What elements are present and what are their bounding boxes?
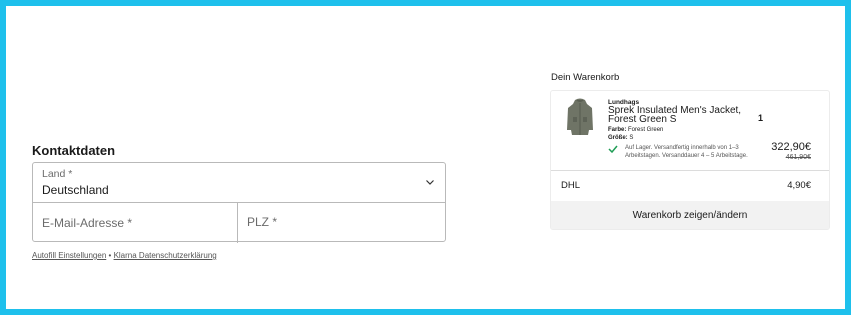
edit-cart-button[interactable]: Warenkorb zeigen/ändern <box>551 201 829 229</box>
country-value: Deutschland <box>42 183 109 197</box>
cart-title: Dein Warenkorb <box>551 72 620 83</box>
product-size: Größe: S <box>608 135 633 141</box>
shipping-label: DHL <box>561 180 581 191</box>
link-separator: • <box>108 251 112 260</box>
privacy-policy-link[interactable]: Klarna Datenschutzerklärung <box>114 251 217 260</box>
color-value: Forest Green <box>628 127 664 133</box>
contact-form: Land * Deutschland <box>32 162 463 243</box>
checkout-page: Kontaktdaten Land * Deutschland Autofill… <box>6 6 845 309</box>
check-icon <box>608 145 618 153</box>
product-name: Sprek Insulated Men's Jacket, Forest Gre… <box>608 105 742 125</box>
size-value: S <box>629 135 634 141</box>
contact-title: Kontaktdaten <box>32 143 116 158</box>
email-field[interactable] <box>33 203 238 243</box>
chevron-down-icon <box>426 180 434 185</box>
color-label: Farbe: <box>608 127 627 133</box>
jacket-image <box>567 98 593 135</box>
country-label: Land * <box>42 168 73 180</box>
quantity: 1 <box>758 113 764 123</box>
cart-summary: Lundhags Sprek Insulated Men's Jacket, F… <box>550 90 830 230</box>
shipping-price: 4,90€ <box>787 180 811 191</box>
divider <box>551 170 829 171</box>
availability-text: Auf Lager. Versandfertig innerhalb von 1… <box>625 145 748 159</box>
country-select[interactable]: Land * Deutschland <box>33 163 445 203</box>
product-color: Farbe: Forest Green <box>608 127 663 133</box>
plz-field[interactable] <box>238 203 463 241</box>
size-label: Größe: <box>608 135 628 141</box>
product-price: 322,90€ <box>771 141 811 153</box>
product-old-price: 461,90€ <box>785 154 811 161</box>
form-links: Autofill Einstellungen • Klarna Datensch… <box>32 251 217 260</box>
autofill-settings-link[interactable]: Autofill Einstellungen <box>32 251 106 260</box>
